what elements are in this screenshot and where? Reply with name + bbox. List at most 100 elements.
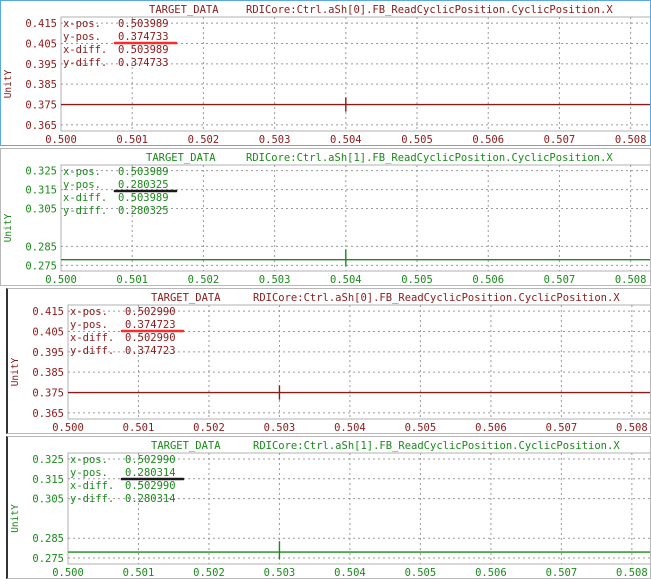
readout-x-pos-label: x-pos. (70, 454, 108, 466)
y-tick-label: 0.385 (32, 367, 64, 379)
x-tick-label: 0.504 (330, 274, 362, 286)
readout-x-diff-label: x-diff. (63, 192, 107, 204)
y-tick-label: 0.325 (32, 454, 64, 466)
scope-panel-3[interactable]: TARGET_DATA RDICore:Ctrl.aSh[0].FB_ReadCy… (6, 288, 651, 434)
y-tick-label: 0.365 (25, 120, 57, 132)
header-tag: TARGET_DATA (149, 4, 219, 16)
y-tick-label: 0.305 (25, 204, 57, 216)
scope-panel-2[interactable]: TARGET_DATA RDICore:Ctrl.aSh[1].FB_ReadCy… (0, 148, 651, 286)
readout-y-diff-label: y-diff. (63, 205, 107, 217)
y-axis-label: UnitY (10, 504, 21, 533)
y-tick-label: 0.395 (25, 59, 57, 71)
y-tick-label: 0.275 (25, 260, 57, 272)
y-tick-label: 0.405 (25, 38, 57, 50)
x-tick-label: 0.502 (188, 134, 220, 146)
scope-chart[interactable]: TARGET_DATA RDICore:Ctrl.aSh[1].FB_ReadCy… (1, 149, 651, 286)
x-tick-label: 0.508 (616, 567, 648, 579)
y-tick-label: 0.275 (32, 553, 64, 565)
header-tag: TARGET_DATA (151, 440, 221, 452)
readout-y-pos-label: y-pos. (70, 319, 108, 331)
readout-x-pos-label: x-pos. (63, 18, 101, 30)
x-tick-label: 0.505 (405, 567, 437, 579)
x-tick-label: 0.500 (45, 274, 77, 286)
y-tick-label: 0.415 (32, 306, 64, 318)
readout-x-pos-value: 0.503989 (118, 18, 169, 30)
x-tick-label: 0.504 (334, 567, 366, 579)
y-axis-label: UnitY (3, 213, 14, 242)
y-tick-label: 0.305 (32, 494, 64, 506)
x-tick-label: 0.507 (546, 422, 578, 434)
x-tick-label: 0.500 (52, 422, 84, 434)
y-axis-label: UnitY (10, 357, 21, 386)
x-tick-label: 0.503 (264, 422, 296, 434)
y-tick-label: 0.395 (32, 347, 64, 359)
readout-y-diff-value: 0.374733 (118, 57, 169, 69)
x-tick-label: 0.503 (259, 274, 291, 286)
readout-x-diff-value: 0.502990 (125, 332, 176, 344)
readout-y-pos-value: 0.280325 (118, 179, 169, 191)
y-tick-label: 0.365 (32, 408, 64, 420)
readout-y-pos-value: 0.374733 (118, 31, 169, 43)
x-tick-label: 0.501 (116, 274, 148, 286)
x-tick-label: 0.503 (259, 134, 291, 146)
readout-y-diff-value: 0.280325 (118, 205, 169, 217)
x-tick-label: 0.508 (616, 422, 648, 434)
scope-chart[interactable]: TARGET_DATA RDICore:Ctrl.aSh[0].FB_ReadCy… (1, 1, 651, 146)
scope-chart[interactable]: TARGET_DATA RDICore:Ctrl.aSh[0].FB_ReadCy… (8, 289, 651, 434)
header-variable: RDICore:Ctrl.aSh[0].FB_ReadCyclicPositio… (253, 292, 620, 304)
readout-y-diff-label: y-diff. (63, 57, 107, 69)
y-tick-label: 0.315 (32, 474, 64, 486)
x-tick-label: 0.506 (475, 422, 507, 434)
readout-x-diff-value: 0.503989 (118, 44, 169, 56)
x-tick-label: 0.504 (334, 422, 366, 434)
y-tick-label: 0.385 (25, 79, 57, 91)
header-variable: RDICore:Ctrl.aSh[1].FB_ReadCyclicPositio… (253, 440, 620, 452)
x-tick-label: 0.508 (615, 274, 647, 286)
y-tick-label: 0.375 (32, 388, 64, 400)
readout-x-pos-label: x-pos. (70, 306, 108, 318)
scope-panel-1[interactable]: TARGET_DATA RDICore:Ctrl.aSh[0].FB_ReadCy… (0, 0, 651, 146)
readout-x-diff-label: x-diff. (70, 332, 114, 344)
x-tick-label: 0.507 (544, 274, 576, 286)
x-tick-label: 0.506 (472, 274, 504, 286)
readout-x-pos-value: 0.503989 (118, 166, 169, 178)
readout-x-diff-label: x-diff. (70, 480, 114, 492)
readout-y-pos-value: 0.280314 (125, 467, 176, 479)
x-tick-label: 0.505 (401, 274, 433, 286)
x-tick-label: 0.505 (401, 134, 433, 146)
readout-y-pos-value: 0.374723 (125, 319, 176, 331)
readout-x-diff-value: 0.502990 (125, 480, 176, 492)
x-tick-label: 0.503 (264, 567, 296, 579)
header-variable: RDICore:Ctrl.aSh[0].FB_ReadCyclicPositio… (246, 4, 613, 16)
header-variable: RDICore:Ctrl.aSh[1].FB_ReadCyclicPositio… (246, 152, 613, 164)
x-tick-label: 0.507 (544, 134, 576, 146)
y-tick-label: 0.415 (25, 18, 57, 30)
x-tick-label: 0.508 (615, 134, 647, 146)
y-tick-label: 0.315 (25, 185, 57, 197)
scope-panel-4[interactable]: TARGET_DATA RDICore:Ctrl.aSh[1].FB_ReadCy… (6, 436, 651, 579)
x-tick-label: 0.507 (546, 567, 578, 579)
readout-x-diff-label: x-diff. (63, 44, 107, 56)
readout-y-diff-label: y-diff. (70, 345, 114, 357)
x-tick-label: 0.502 (193, 422, 225, 434)
readout-x-diff-value: 0.503989 (118, 192, 169, 204)
header-tag: TARGET_DATA (146, 152, 216, 164)
y-tick-label: 0.285 (25, 241, 57, 253)
scope-chart[interactable]: TARGET_DATA RDICore:Ctrl.aSh[1].FB_ReadCy… (8, 437, 651, 579)
readout-y-pos-label: y-pos. (63, 179, 101, 191)
x-tick-label: 0.500 (52, 567, 84, 579)
readout-y-pos-label: y-pos. (70, 467, 108, 479)
readout-y-diff-value: 0.374723 (125, 345, 176, 357)
y-tick-label: 0.325 (25, 166, 57, 178)
x-tick-label: 0.500 (45, 134, 77, 146)
x-tick-label: 0.501 (123, 567, 155, 579)
y-tick-label: 0.405 (32, 326, 64, 338)
y-tick-label: 0.285 (32, 533, 64, 545)
readout-y-diff-label: y-diff. (70, 493, 114, 505)
x-tick-label: 0.504 (330, 134, 362, 146)
x-tick-label: 0.506 (472, 134, 504, 146)
readout-x-pos-value: 0.502990 (125, 454, 176, 466)
x-tick-label: 0.502 (193, 567, 225, 579)
readout-y-diff-value: 0.280314 (125, 493, 176, 505)
readout-x-pos-value: 0.502990 (125, 306, 176, 318)
